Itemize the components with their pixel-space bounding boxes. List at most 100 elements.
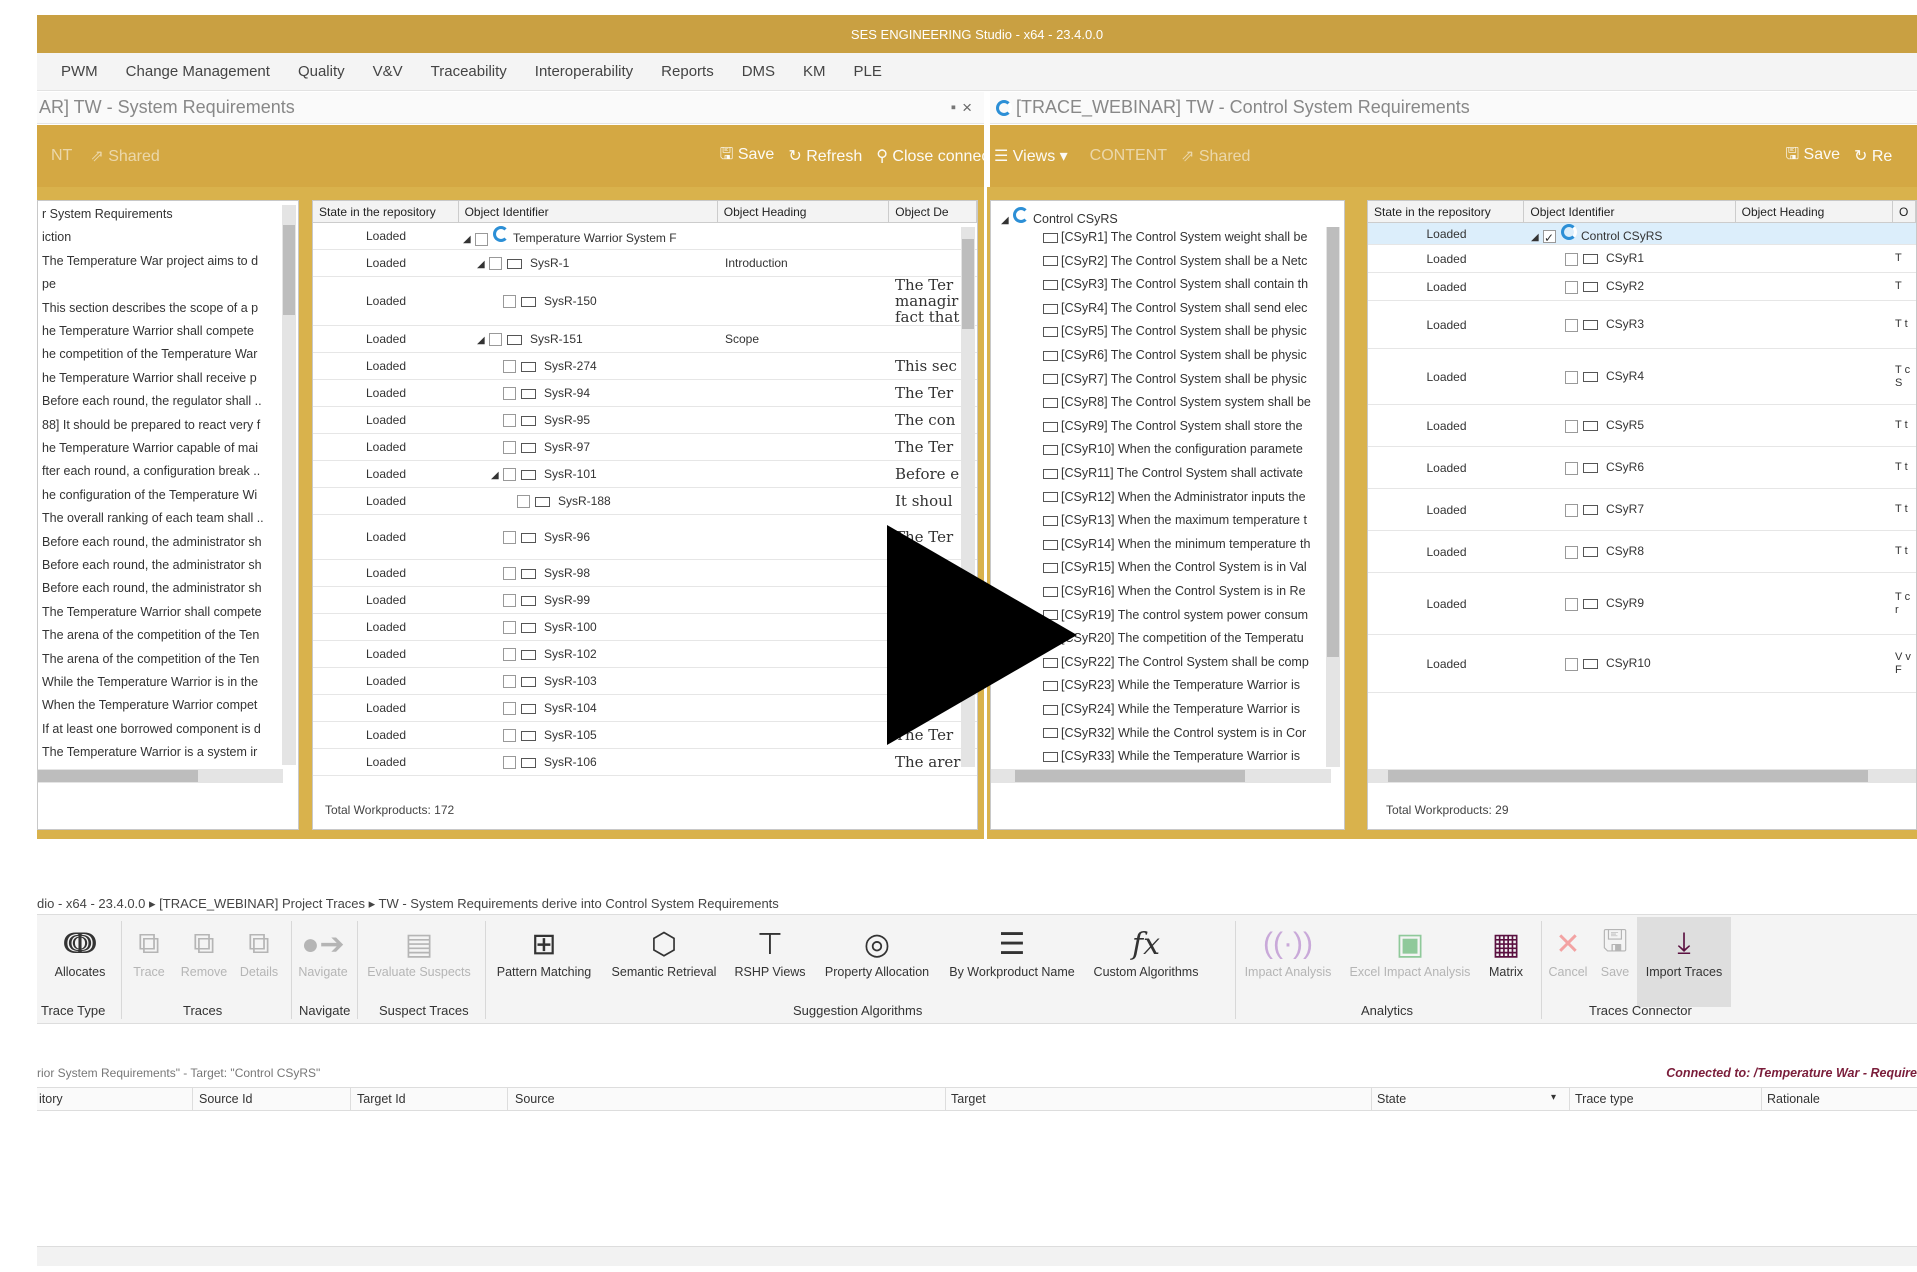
play-icon[interactable] [887,525,1077,745]
table-row[interactable]: Loaded SysR-97 The Ter [313,434,977,461]
table-row[interactable]: Loaded SysR-102 [313,641,977,668]
tree-item[interactable]: [CSyR6] The Control System shall be phys… [1043,348,1322,362]
tree-item[interactable]: If at least one borrowed component is d [42,722,278,736]
col-trace-type[interactable]: Trace type [1575,1092,1634,1106]
tree-item[interactable]: The Temperature Warrior shall compete [42,605,278,619]
tree-item[interactable]: When the Temperature Warrior compet [42,698,278,712]
menu-item-pwm[interactable]: PWM [61,63,98,80]
col-source-id[interactable]: Source Id [199,1092,253,1106]
tree-item[interactable]: [CSyR24] While the Temperature Warrior i… [1043,702,1322,716]
menu-item-reports[interactable]: Reports [661,63,714,80]
checkbox[interactable] [1565,419,1578,433]
menu-item-change-management[interactable]: Change Management [126,63,270,80]
checkbox[interactable] [503,360,516,374]
refresh-button[interactable]: ↻ Refresh [788,146,862,166]
expand-icon[interactable]: ◢ [477,335,489,346]
checkbox[interactable] [1565,280,1578,294]
checkbox[interactable] [1565,503,1578,517]
custom-algorithms-button[interactable]: fx Custom Algorithms [1085,923,1207,980]
col-object-identifier[interactable]: Object Identifier [459,201,718,222]
table-row[interactable]: Loaded ◢ Temperature Warrior System F [313,223,977,250]
refresh-button[interactable]: ↻ Re [1854,146,1892,166]
table-row[interactable]: Loaded CSyR2 T [1368,273,1916,301]
tree-item[interactable]: Before each round, the administrator sh [42,535,278,549]
allocates-button[interactable]: ↈ Allocates [47,923,113,979]
expand-icon[interactable]: ◢ [477,259,489,270]
menu-item-interoperability[interactable]: Interoperability [535,63,633,80]
tree-item[interactable]: [CSyR22] The Control System shall be com… [1043,655,1322,669]
remove-button[interactable]: ⧉ Remove [175,923,233,979]
tree-root[interactable]: ◢ Control CSyRS [1001,207,1344,226]
navigate-button[interactable]: ●➔ Navigate [293,923,353,980]
table-row[interactable]: Loaded SysR-104 [313,695,977,722]
tree-item[interactable]: [CSyR12] When the Administrator inputs t… [1043,490,1322,504]
tree-item[interactable]: [CSyR33] While the Temperature Warrior i… [1043,749,1322,763]
table-row[interactable]: Loaded CSyR3 T t [1368,301,1916,349]
matrix-button[interactable]: ▦ Matrix [1479,923,1533,980]
checkbox[interactable] [503,387,516,401]
tree-item[interactable]: Before each round, the administrator sh [42,558,278,572]
tree-item[interactable]: fter each round, a configuration break .… [42,464,278,478]
table-row[interactable]: Loaded SysR-103 [313,668,977,695]
pattern-matching-button[interactable]: ⊞ Pattern Matching [487,923,601,980]
close-tab-icon[interactable]: × [962,98,972,118]
table-row[interactable]: Loaded SysR-100 [313,614,977,641]
checkbox[interactable] [1565,597,1578,611]
tree-item[interactable]: The Temperature War project aims to d [42,254,278,268]
impact-analysis-button[interactable]: ((·)) Impact Analysis [1235,923,1341,979]
table-row[interactable]: Loaded SysR-94 The Ter [313,380,977,407]
filter-arrow-icon[interactable]: ▾ [1551,1092,1556,1103]
shared-button[interactable]: ⇗ Shared [90,146,159,166]
checkbox[interactable] [489,333,502,347]
tree-item[interactable]: [CSyR20] The competition of the Temperat… [1043,631,1322,645]
pin-icon[interactable]: ▪ [951,99,956,116]
menu-item-vv[interactable]: V&V [373,63,403,80]
cancel-button[interactable]: ✕ Cancel [1543,923,1593,980]
checkbox[interactable] [1565,461,1578,475]
col-object-description[interactable]: Object De [889,201,977,222]
tree-item[interactable]: The overall ranking of each team shall .… [42,511,278,525]
tree-item[interactable]: he competition of the Temperature War [42,347,278,361]
expand-icon[interactable]: ◢ [1531,232,1543,243]
save-button[interactable]: 🖫 Save [720,143,775,170]
views-button[interactable]: ☰ Views ▾ [994,146,1068,166]
col-state[interactable]: State [1377,1092,1406,1106]
tree-item[interactable]: [CSyR1] The Control System weight shall … [1043,230,1322,244]
checkbox[interactable] [1565,318,1578,332]
tree-item[interactable]: [CSyR11] The Control System shall activa… [1043,466,1322,480]
checkbox[interactable] [503,702,516,716]
save-button[interactable]: 🖫 Save [1785,143,1840,170]
checkbox[interactable] [503,729,516,743]
table-row[interactable]: Loaded CSyR7 T t [1368,489,1916,531]
rshp-views-button[interactable]: ⊤ RSHP Views [725,923,815,980]
tree-item[interactable]: [CSyR5] The Control System shall be phys… [1043,324,1322,338]
tree-item[interactable]: [CSyR9] The Control System shall store t… [1043,419,1322,433]
save-button[interactable]: 🖫 Save [1593,923,1637,980]
table-row[interactable]: Loaded ◢ SysR-151 Scope [313,326,977,353]
checkbox[interactable] [1565,657,1578,671]
checkbox[interactable]: ✓ [1543,230,1556,244]
checkbox[interactable] [503,594,516,608]
trace-button[interactable]: ⧉ Trace [125,923,173,979]
shared-button[interactable]: ⇗ Shared [1181,146,1250,166]
checkbox[interactable] [1565,370,1578,384]
horizontal-scrollbar[interactable] [991,769,1331,783]
tree-item[interactable]: Before each round, the regulator shall .… [42,394,278,408]
checkbox[interactable] [503,567,516,581]
expand-icon[interactable]: ◢ [463,234,475,245]
table-row[interactable]: Loaded SysR-188 It shoul [313,488,977,515]
evaluate-suspects-button[interactable]: ▤ Evaluate Suspects [359,923,479,980]
table-row[interactable]: Loaded CSyR1 T [1368,245,1916,273]
table-row[interactable]: Loaded CSyR6 T t [1368,447,1916,489]
tree-item[interactable]: iction [42,230,278,244]
table-row[interactable]: Loaded SysR-150 The Ter managir fact that [313,277,977,326]
table-row[interactable]: Loaded SysR-96 The Ter [313,515,977,560]
menu-item-km[interactable]: KM [803,63,826,80]
col-object-heading[interactable]: Object Heading [1736,201,1894,222]
vertical-scrollbar[interactable] [282,205,296,765]
tab-system-requirements[interactable]: AR] TW - System Requirements ▪ × [37,92,984,124]
col-object-identifier[interactable]: Object Identifier [1524,201,1736,222]
tree-item[interactable]: This section describes the scope of a p [42,301,278,315]
menu-item-quality[interactable]: Quality [298,63,345,80]
tree-item[interactable]: The arena of the competition of the Ten [42,628,278,642]
